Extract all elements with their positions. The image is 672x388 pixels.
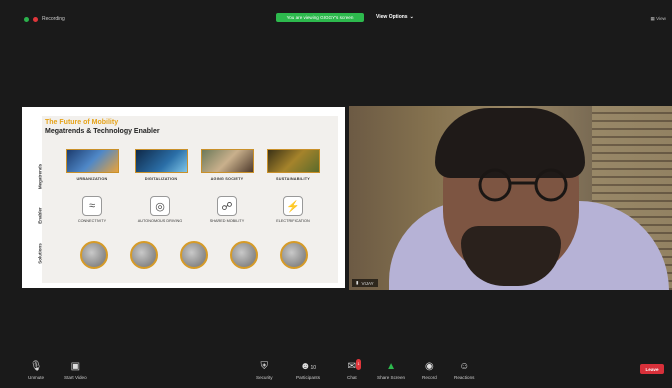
chat-icon: ✉ 1 [347,359,362,372]
enabler-label: SHARED MOBILITY [209,219,245,223]
row-label-solutions: Solutions [37,243,43,264]
megatrend-image-sustainability [267,149,320,173]
megatrend-image-urbanization [66,149,119,173]
record-button[interactable]: ◉ Record [422,361,437,380]
megatrend-image-aging-society [201,149,254,173]
slide-title: The Future of Mobility [45,119,119,126]
participant-name: VIJAY [361,280,374,286]
meeting-toolbar: 🎙 Unmute ▣ Start Video ⛨ Security ☻10 Pa… [0,354,672,388]
row-label-megatrends: Megatrends [37,163,43,190]
start-video-label: Start Video [64,375,87,380]
share-screen-label: Share Screen [377,375,406,380]
enabler-label: ELECTRIFICATION [276,219,310,223]
top-bar: Recording You are viewing GIGGY's screen… [0,0,672,24]
chevron-down-icon: ⌄ [409,14,414,20]
chat-button[interactable]: ✉ 1 Chat [347,359,362,380]
solution-image [180,241,208,269]
slide-content: The Future of Mobility Megatrends & Tech… [38,116,338,283]
solution-image [80,241,108,269]
shield-icon[interactable] [24,16,29,22]
solution-image [130,241,158,269]
grid-icon: ▦ [650,16,655,21]
shared-screen[interactable]: The Future of Mobility Megatrends & Tech… [22,107,345,288]
chat-badge: 1 [356,359,362,370]
share-nodes-icon: ☍ [217,196,237,216]
unmute-label: Unmute [28,375,45,380]
view-button[interactable]: ▦ View [651,16,667,22]
participants-button[interactable]: ☻10 Participants [296,361,320,380]
sharing-banner: You are viewing GIGGY's screen [276,13,364,22]
slide-subtitle: Megatrends & Technology Enabler [45,128,160,135]
microphone-muted-icon: 🎙 [29,361,43,372]
recording-indicator[interactable]: Recording [24,16,65,22]
start-video-button[interactable]: ▣ Start Video [64,361,87,380]
glasses [478,168,568,202]
smile-icon: ☺ [459,361,470,372]
reactions-button[interactable]: ☺ Reactions [454,361,474,380]
megatrend-label: AGING SOCIETY [210,177,244,181]
megatrend-label: URBANIZATION [76,177,108,181]
enabler-label: AUTONOMOUS DRIVING [137,219,183,223]
enabler-label: CONNECTIVITY [77,219,107,223]
wifi-icon: ≈ [82,196,102,216]
participant-name-tag: ▮ VIJAY [352,279,378,287]
shield-icon: ⛨ [260,361,269,372]
solution-image [280,241,308,269]
chat-label: Chat [347,375,357,380]
reactions-label: Reactions [454,375,475,380]
leave-button[interactable]: Leave [640,364,664,374]
share-screen-icon: ▲ [386,361,396,372]
participants-count: 10 [310,365,317,371]
signal-icon: ▮ [356,280,359,285]
megatrend-label: SUSTAINABILITY [276,177,310,181]
solution-image [230,241,258,269]
unmute-button[interactable]: 🎙 Unmute [28,361,44,380]
steering-wheel-icon: ◎ [150,196,170,216]
recording-label: Recording [42,16,65,22]
record-icon: ◉ [425,361,434,372]
security-label: Security [256,375,273,380]
share-screen-button[interactable]: ▲ Share Screen [377,361,405,380]
view-options-button[interactable]: View Options ⌄ [376,14,414,20]
participants-icon: ☻10 [299,361,317,372]
megatrend-image-digitalization [135,149,188,173]
participants-label: Participants [296,375,321,380]
megatrend-label: DIGITALIZATION [144,177,178,181]
record-label: Record [422,375,437,380]
security-button[interactable]: ⛨ Security [256,361,273,380]
view-label: View [656,16,666,21]
video-camera-off-icon: ▣ [70,361,81,372]
record-dot-icon [33,16,38,22]
participant-video[interactable]: ▮ VIJAY [349,106,672,290]
row-label-enabler: Enabler [37,207,43,224]
view-options-label: View Options [376,14,408,20]
lightning-icon: ⚡ [283,196,303,216]
